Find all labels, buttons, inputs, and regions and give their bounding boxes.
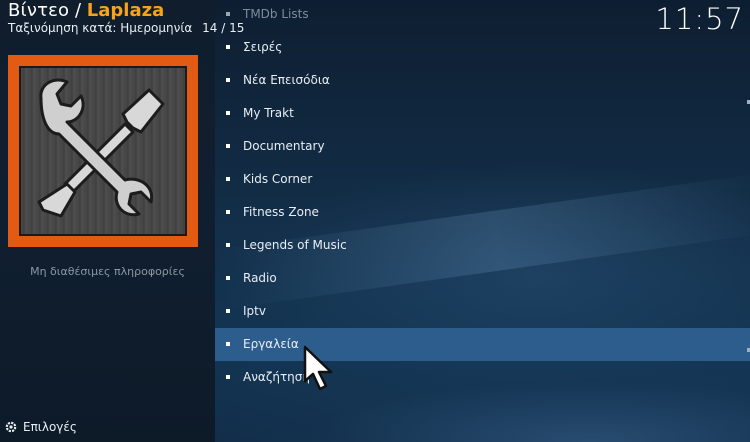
list-item[interactable]: Kids Corner	[215, 163, 750, 196]
list-item[interactable]: My Trakt	[215, 97, 750, 130]
list-item[interactable]: Documentary	[215, 130, 750, 163]
addon-title: Laplaza	[86, 0, 165, 21]
sort-info: Ταξινόμηση κατά: Ημερομηνία 14 / 15	[8, 21, 244, 35]
bullet-icon	[226, 12, 230, 16]
options-button[interactable]: Επιλογές	[4, 420, 77, 434]
list-item[interactable]: Νέα Επεισόδια	[215, 64, 750, 97]
gear-icon	[5, 421, 17, 433]
no-info-text: Μη διαθέσιμες πληροφορίες	[30, 265, 185, 278]
kodi-screen: Βίντεο / Laplaza Ταξινόμηση κατά: Ημερομ…	[0, 0, 750, 442]
bullet-icon	[226, 177, 230, 181]
menu-list[interactable]: TMDb Lists Σειρές Νέα Επεισόδια My Trakt…	[215, 0, 750, 394]
bullet-icon	[226, 45, 230, 49]
sort-label: Ταξινόμηση κατά: Ημερομηνία	[8, 21, 193, 35]
wrench-screwdriver-icon	[37, 78, 165, 218]
list-item[interactable]: TMDb Lists	[215, 0, 750, 31]
list-item-selected[interactable]: Εργαλεία	[215, 328, 750, 361]
title-separator: /	[69, 0, 87, 21]
list-item[interactable]: Fitness Zone	[215, 196, 750, 229]
bullet-icon	[226, 375, 230, 379]
list-item[interactable]: Σειρές	[215, 31, 750, 64]
list-item[interactable]: Legends of Music	[215, 229, 750, 262]
item-thumbnail	[8, 55, 198, 247]
bullet-icon	[226, 243, 230, 247]
bullet-icon	[226, 144, 230, 148]
list-item[interactable]: Αναζήτηση	[215, 361, 750, 394]
bullet-icon	[226, 78, 230, 82]
section-title: Βίντεο	[8, 0, 70, 21]
page-title: Βίντεο / Laplaza	[8, 0, 164, 21]
bullet-icon	[226, 276, 230, 280]
bullet-icon	[226, 210, 230, 214]
bullet-icon	[226, 342, 230, 346]
options-label: Επιλογές	[23, 420, 77, 434]
thumbnail-image	[19, 66, 187, 236]
bullet-icon	[226, 111, 230, 115]
bullet-icon	[226, 309, 230, 313]
list-item[interactable]: Radio	[215, 262, 750, 295]
mouse-cursor-icon	[303, 345, 333, 391]
list-item[interactable]: Iptv	[215, 295, 750, 328]
